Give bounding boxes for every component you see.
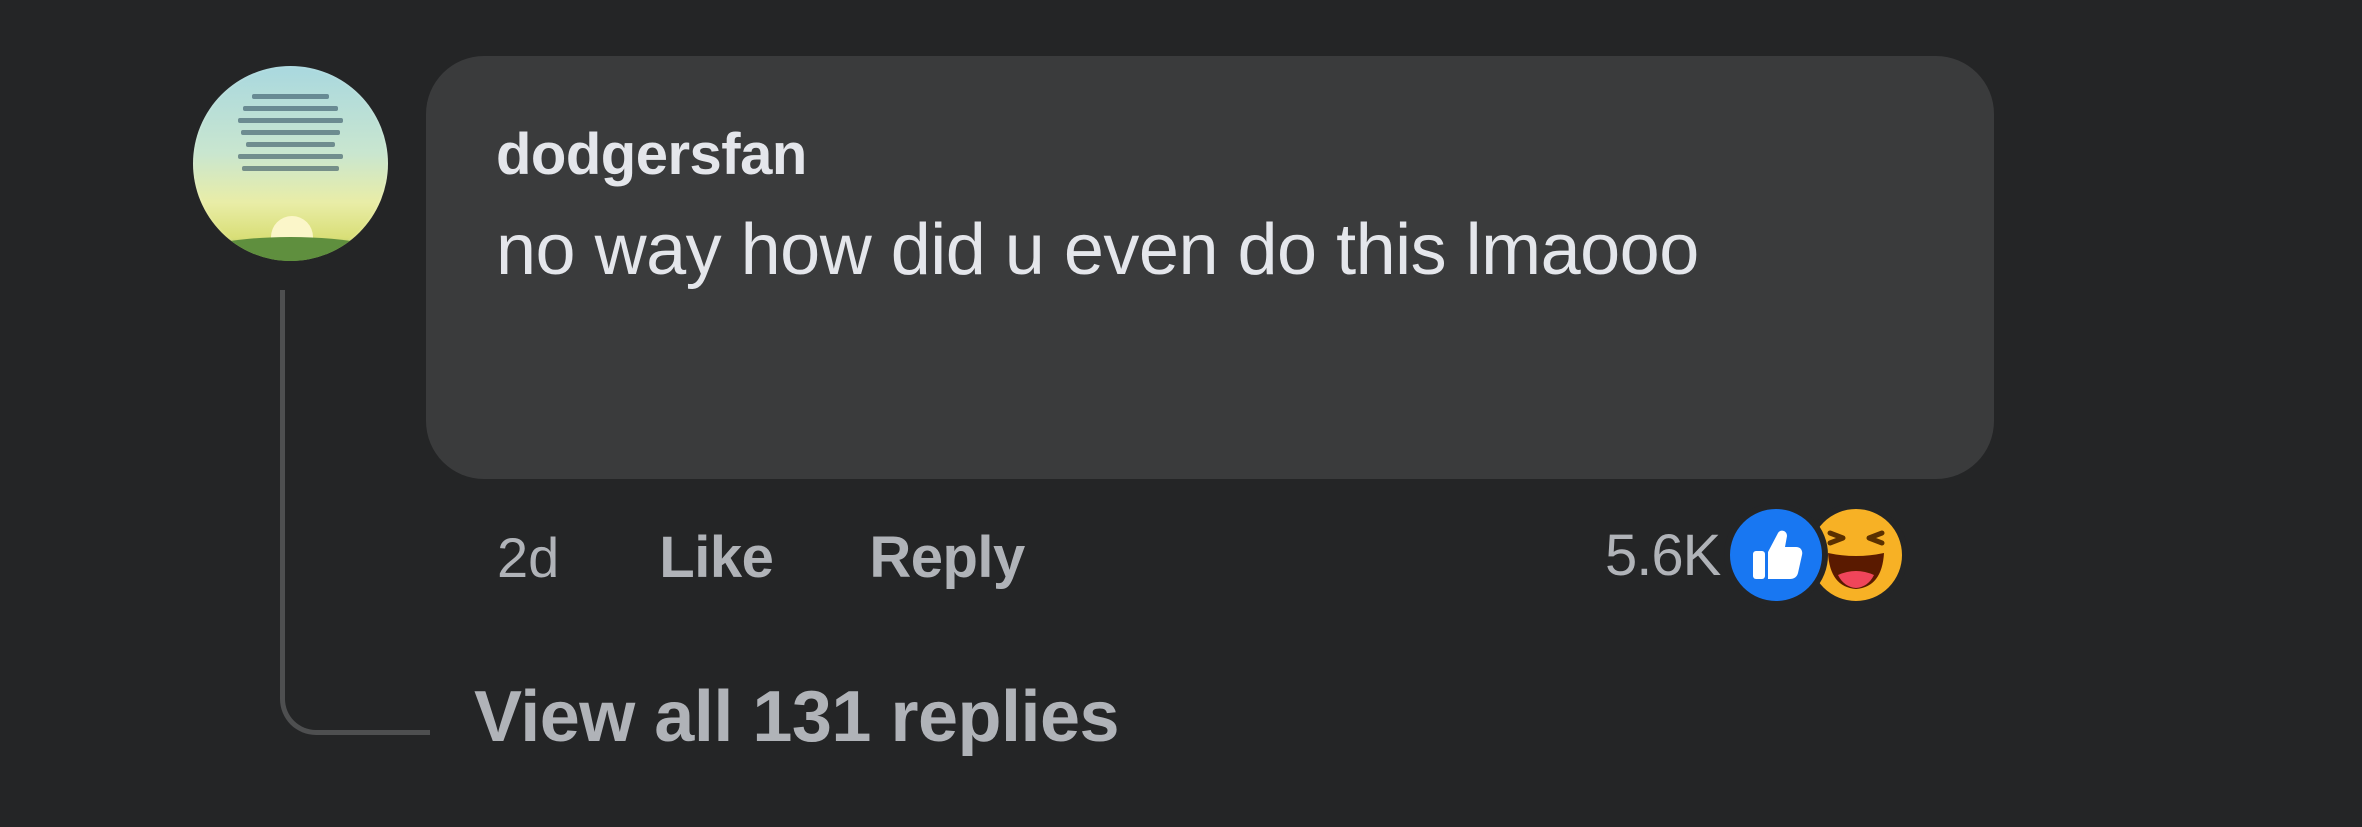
reply-button[interactable]: Reply [869,524,1025,591]
comment-bubble: dodgersfan no way how did u even do this… [426,56,1994,479]
reaction-count: 5.6K [1605,522,1721,588]
comment-timestamp[interactable]: 2d [497,525,559,590]
comment-author[interactable]: dodgersfan [496,120,1994,190]
avatar-text-lines [235,94,346,178]
comment-avatar[interactable] [193,66,388,261]
reaction-summary[interactable]: 5.6K [1605,500,1909,610]
like-button[interactable]: Like [659,524,774,591]
like-icon [1724,503,1829,607]
comment-text: no way how did u even do this lmaooo [496,210,1699,290]
comment-actions: 2d Like Reply [497,512,1121,602]
reply-thread-line [280,290,430,735]
view-all-replies-link[interactable]: View all 131 replies [474,672,1120,762]
avatar-hill [193,237,388,261]
